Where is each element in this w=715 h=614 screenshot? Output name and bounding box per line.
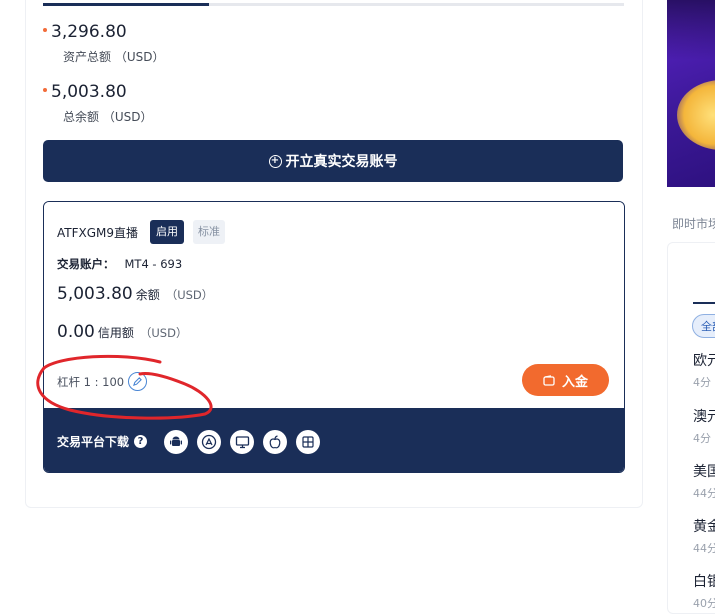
type-badge: 标准 (193, 220, 225, 244)
bullet-dot (43, 88, 47, 92)
apple-icon[interactable] (263, 430, 287, 454)
help-icon[interactable]: ? (134, 435, 148, 448)
platform-download-bar: 交易平台下载 ? (44, 408, 624, 472)
market-item-time: 44分 (693, 542, 715, 555)
balance-unit: 余额 (135, 288, 160, 302)
trading-account-label: 交易账户： (57, 257, 115, 271)
promo-banner[interactable] (667, 0, 715, 187)
status-badge: 启用 (150, 220, 184, 244)
market-item-time: 44分 (693, 487, 715, 500)
windows-icon[interactable] (296, 430, 320, 454)
market-item-name: 欧元 (693, 353, 715, 369)
balance-row: 5,003.80 余额 （USD） (57, 284, 213, 304)
market-item[interactable]: 白银 40分 (693, 571, 715, 611)
market-tab-underline (693, 302, 715, 304)
market-item[interactable]: 欧元 4分 (693, 350, 715, 390)
total-assets-value: 3,296.80 (51, 22, 127, 42)
market-item[interactable]: 美国 44分 (693, 461, 715, 501)
leverage-row: 杠杆 1 : 100 (57, 372, 148, 391)
filter-all-pill[interactable]: 全部 (692, 314, 715, 338)
trading-account-value: MT4 - 693 (124, 257, 183, 271)
bullet-dot (43, 28, 47, 32)
account-name: ATFXGM9直播 (57, 226, 139, 240)
open-live-account-button[interactable]: + 开立真实交易账号 (43, 140, 623, 182)
promo-graphic (677, 80, 715, 150)
market-item[interactable]: 澳元 4分 (693, 406, 715, 446)
market-item-time: 40分 (693, 597, 715, 610)
total-balance-value: 5,003.80 (51, 82, 127, 102)
leverage-text: 杠杆 1 : 100 (57, 374, 125, 389)
deposit-label: 入金 (561, 374, 588, 390)
total-balance-label: 总余额 （USD） (63, 110, 153, 124)
credit-unit: 信用额 (97, 326, 134, 340)
deposit-button[interactable]: 入金 (522, 364, 609, 396)
credit-value: 0.00 (57, 322, 95, 342)
market-item-name: 黄金 (693, 519, 715, 535)
pencil-edit-icon[interactable] (128, 372, 148, 391)
market-item-name: 美国 (693, 464, 715, 480)
total-assets-label: 资产总额 （USD） (63, 50, 165, 64)
android-icon[interactable] (164, 430, 188, 454)
credit-row: 0.00 信用额 （USD） (57, 322, 187, 342)
account-details: ATFXGM9直播 启用 标准 交易账户： MT4 - 693 5,003.80 余… (44, 202, 624, 408)
platform-download-label: 交易平台下载 (57, 435, 130, 449)
balance-value: 5,003.80 (57, 284, 133, 304)
market-item-name: 澳元 (693, 409, 715, 425)
wallet-icon (543, 374, 555, 386)
desktop-icon[interactable] (230, 430, 254, 454)
trading-account-row: 交易账户： MT4 - 693 (57, 256, 182, 272)
balance-currency: （USD） (165, 288, 214, 302)
market-item-time: 4分 (693, 432, 711, 445)
trading-account-card: ATFXGM9直播 启用 标准 交易账户： MT4 - 693 5,003.80 余… (43, 201, 625, 473)
market-section-title: 即时市场 (672, 217, 715, 231)
credit-currency: （USD） (139, 326, 188, 340)
open-live-account-label: 开立真实交易账号 (285, 154, 398, 170)
market-item-time: 4分 (693, 376, 711, 389)
plus-circle-icon: + (268, 154, 282, 168)
market-item[interactable]: 黄金 44分 (693, 516, 715, 556)
app-store-icon[interactable] (197, 430, 221, 454)
market-item-name: 白银 (693, 574, 715, 590)
platform-download-label-row: 交易平台下载 ? (57, 433, 148, 450)
tab-underline-active (43, 3, 209, 6)
promo-shade (667, 0, 715, 60)
